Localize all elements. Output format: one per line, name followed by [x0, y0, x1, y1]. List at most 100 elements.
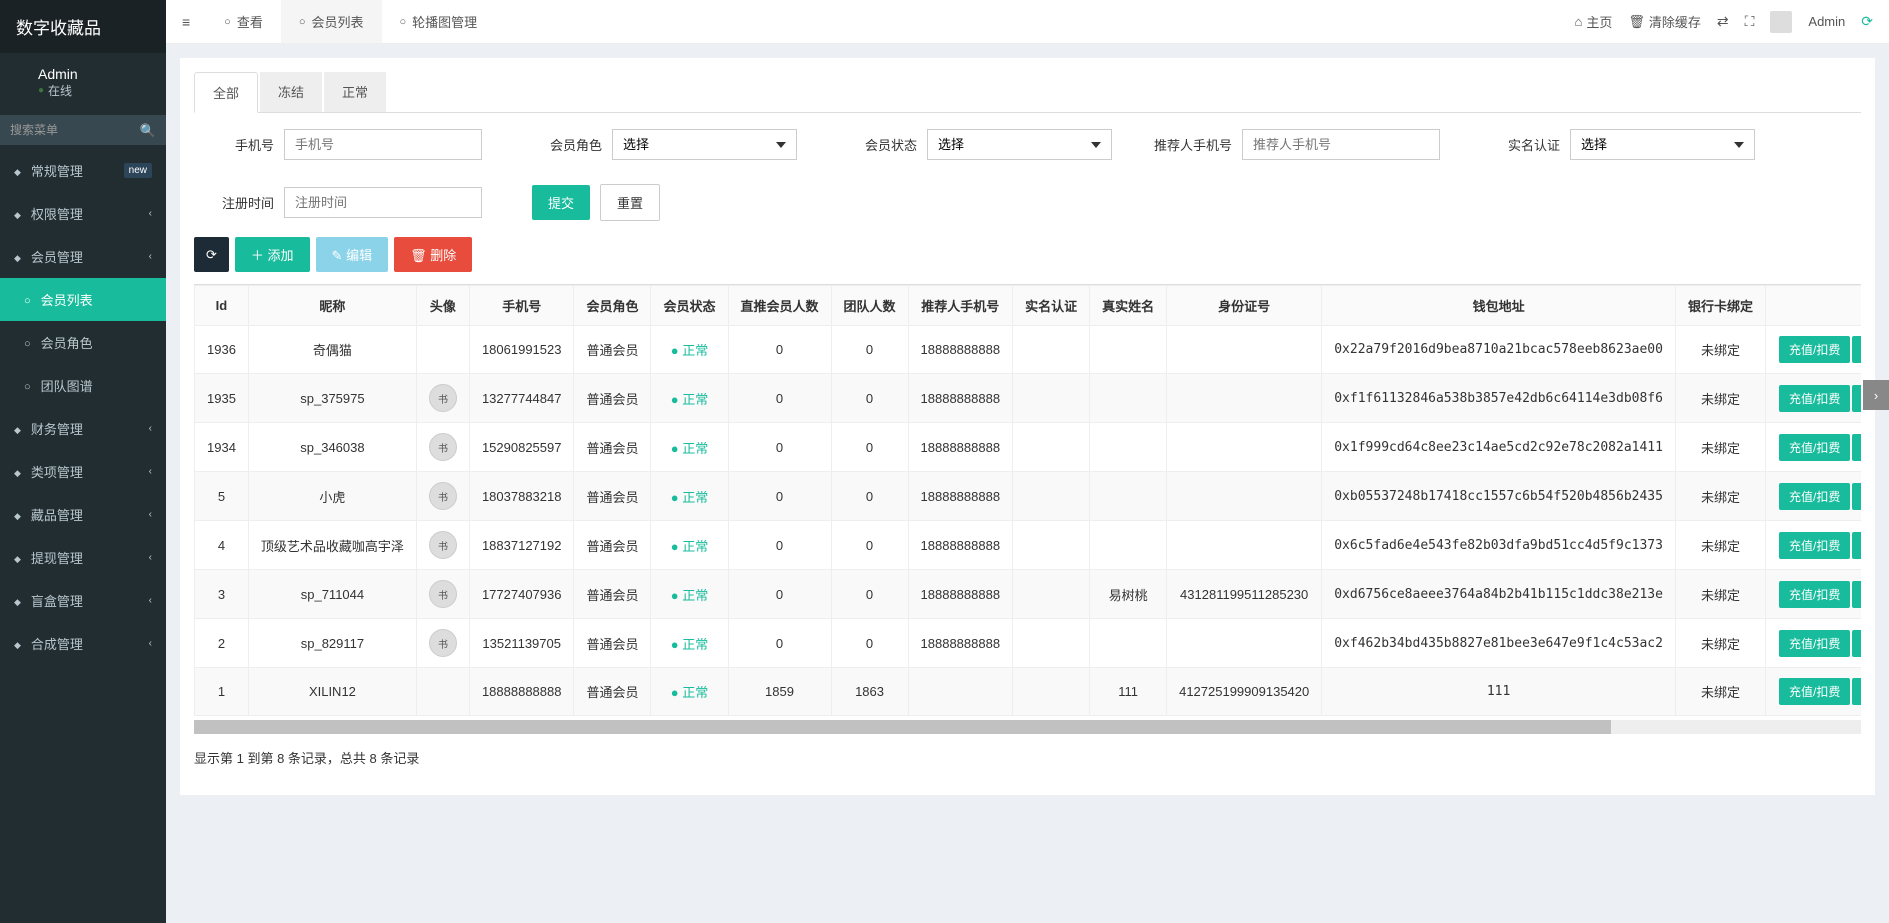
column-header[interactable]: 会员角色	[574, 286, 651, 326]
column-header[interactable]: 昵称	[248, 286, 416, 326]
user-avatar-small[interactable]	[1770, 11, 1792, 33]
table-row[interactable]: 2sp_829117书13521139705普通会员正常001888888888…	[195, 619, 1862, 668]
table-row[interactable]: 1935sp_375975书13277744847普通会员正常001888888…	[195, 374, 1862, 423]
sidebar-item-compose[interactable]: 合成管理‹	[0, 622, 166, 665]
top-tabs: 查看会员列表轮播图管理	[206, 0, 495, 43]
column-header[interactable]: 真实姓名	[1090, 286, 1167, 326]
recharge-button[interactable]: 充值/扣费	[1779, 532, 1850, 559]
edit-button[interactable]: ✎ 编辑	[316, 237, 389, 272]
delete-button[interactable]: 🗑 删除	[394, 237, 472, 272]
hamburger-icon[interactable]: ≡	[166, 14, 206, 30]
recharge-button[interactable]: 充值/扣费	[1779, 336, 1850, 363]
tab-carousel[interactable]: 轮播图管理	[382, 0, 496, 43]
filter-mobile-input[interactable]	[284, 129, 482, 160]
column-header[interactable]: 银行卡绑定	[1675, 286, 1765, 326]
side-drawer-handle[interactable]: ›	[1863, 380, 1889, 410]
status-badge: 正常	[671, 685, 708, 700]
status-badge: 正常	[671, 539, 708, 554]
reset-button[interactable]: 重置	[600, 184, 660, 221]
filter-status-label: 会员状态	[837, 135, 917, 154]
user-label[interactable]: Admin	[1808, 14, 1845, 29]
recharge-button[interactable]: 充值/扣费	[1779, 678, 1850, 705]
gift-button[interactable]: 赠送藏品	[1852, 483, 1861, 510]
sidebar-item-general[interactable]: 常规管理new	[0, 149, 166, 192]
sidebar-item-member-role[interactable]: 会员角色	[0, 321, 166, 364]
gift-button[interactable]: 赠送藏品	[1852, 581, 1861, 608]
recharge-button[interactable]: 充值/扣费	[1779, 581, 1850, 608]
filter-status-select[interactable]: 选择	[927, 129, 1112, 160]
sidebar-item-collection[interactable]: 藏品管理 ‹	[0, 493, 166, 536]
subtab-normal[interactable]: 正常	[324, 72, 386, 112]
sidebar-item-team[interactable]: 团队图谱	[0, 364, 166, 407]
menu-label: 会员角色	[41, 333, 93, 352]
chevron-left-icon: ‹	[149, 509, 152, 520]
table-row[interactable]: 1936奇偶猫18061991523普通会员正常00188888888880x2…	[195, 326, 1862, 374]
clear-cache-link[interactable]: 🗑 清除缓存	[1628, 12, 1701, 31]
column-header[interactable]: 操作	[1765, 286, 1861, 326]
language-icon[interactable]: ⇄	[1717, 13, 1729, 30]
table-row[interactable]: 4顶级艺术品收藏咖高宇泽书18837127192普通会员正常0018888888…	[195, 521, 1862, 570]
filter-regtime-input[interactable]	[284, 187, 482, 218]
filter-realname-select[interactable]: 选择	[1570, 129, 1755, 160]
search-icon[interactable]: 🔍	[140, 123, 156, 139]
sidebar-item-perm[interactable]: 权限管理‹	[0, 192, 166, 235]
column-header[interactable]: 手机号	[469, 286, 574, 326]
subtab-frozen[interactable]: 冻结	[260, 72, 322, 112]
menu-label: 藏品管理	[31, 505, 83, 524]
table-row[interactable]: 1XILIN1218888888888普通会员正常185918631114127…	[195, 668, 1862, 716]
add-button[interactable]: ＋ 添加	[235, 237, 310, 272]
table-row[interactable]: 3sp_711044书17727407936普通会员正常001888888888…	[195, 570, 1862, 619]
gift-button[interactable]: 赠送藏品	[1852, 630, 1861, 657]
chevron-left-icon: ‹	[149, 251, 152, 262]
sidebar-search: 🔍	[0, 115, 166, 145]
sidebar-item-withdraw[interactable]: 提现管理‹	[0, 536, 166, 579]
recharge-button[interactable]: 充值/扣费	[1779, 434, 1850, 461]
table-row[interactable]: 5小虎书18037883218普通会员正常00188888888880xb055…	[195, 472, 1862, 521]
gift-button[interactable]: 赠送藏品	[1852, 434, 1861, 461]
filter-role-select[interactable]: 选择	[612, 129, 797, 160]
avatar: 书	[429, 531, 457, 559]
gift-button[interactable]: 赠送藏品	[1852, 385, 1861, 412]
menu-label: 会员列表	[41, 290, 93, 309]
sidebar-item-blindbox[interactable]: 盲盒管理‹	[0, 579, 166, 622]
sub-tabs: 全部冻结正常	[194, 72, 1861, 113]
sidebar-item-member[interactable]: 会员管理‹	[0, 235, 166, 278]
column-header[interactable]: 头像	[416, 286, 469, 326]
sidebar-item-finance[interactable]: 财务管理‹	[0, 407, 166, 450]
sidebar-menu: 常规管理new权限管理‹会员管理‹会员列表会员角色团队图谱财务管理‹类项管理‹藏…	[0, 149, 166, 665]
recharge-button[interactable]: 充值/扣费	[1779, 483, 1850, 510]
gift-button[interactable]: 赠送藏品	[1852, 532, 1861, 559]
tab-view[interactable]: 查看	[206, 0, 281, 43]
submit-button[interactable]: 提交	[532, 185, 590, 220]
column-header[interactable]: 钱包地址	[1322, 286, 1676, 326]
subtab-all[interactable]: 全部	[194, 72, 258, 113]
fullscreen-icon[interactable]: ⛶	[1745, 13, 1755, 30]
menu-label: 财务管理	[31, 419, 83, 438]
refresh-button[interactable]: ⟳	[194, 237, 229, 272]
pagination-info: 显示第 1 到第 8 条记录，总共 8 条记录	[194, 734, 1861, 781]
column-header[interactable]: 团队人数	[831, 286, 908, 326]
sidebar-item-category[interactable]: 类项管理‹	[0, 450, 166, 493]
filter-referrer-input[interactable]	[1242, 129, 1440, 160]
column-header[interactable]: 会员状态	[651, 286, 728, 326]
column-header[interactable]: 推荐人手机号	[908, 286, 1013, 326]
topbar: ≡ 查看会员列表轮播图管理 ⌂ 主页 🗑 清除缓存 ⇄ ⛶ Admin ⟳	[166, 0, 1889, 44]
home-link[interactable]: ⌂ 主页	[1574, 12, 1612, 31]
recharge-button[interactable]: 充值/扣费	[1779, 385, 1850, 412]
column-header[interactable]: 实名认证	[1013, 286, 1090, 326]
chevron-left-icon: ‹	[149, 208, 152, 219]
avatar	[10, 65, 28, 99]
horizontal-scrollbar[interactable]	[194, 720, 1861, 734]
gift-button[interactable]: 赠送藏品	[1852, 678, 1861, 705]
refresh-icon[interactable]: ⟳	[1861, 13, 1873, 30]
column-header[interactable]: 直推会员人数	[728, 286, 831, 326]
tab-mlist[interactable]: 会员列表	[281, 0, 382, 43]
menu-icon	[14, 206, 21, 221]
recharge-button[interactable]: 充值/扣费	[1779, 630, 1850, 657]
sidebar-item-member-list[interactable]: 会员列表	[0, 278, 166, 321]
column-header[interactable]: 身份证号	[1167, 286, 1322, 326]
menu-icon	[14, 421, 21, 436]
column-header[interactable]: Id	[195, 286, 249, 326]
gift-button[interactable]: 赠送藏品	[1852, 336, 1861, 363]
table-row[interactable]: 1934sp_346038书15290825597普通会员正常001888888…	[195, 423, 1862, 472]
